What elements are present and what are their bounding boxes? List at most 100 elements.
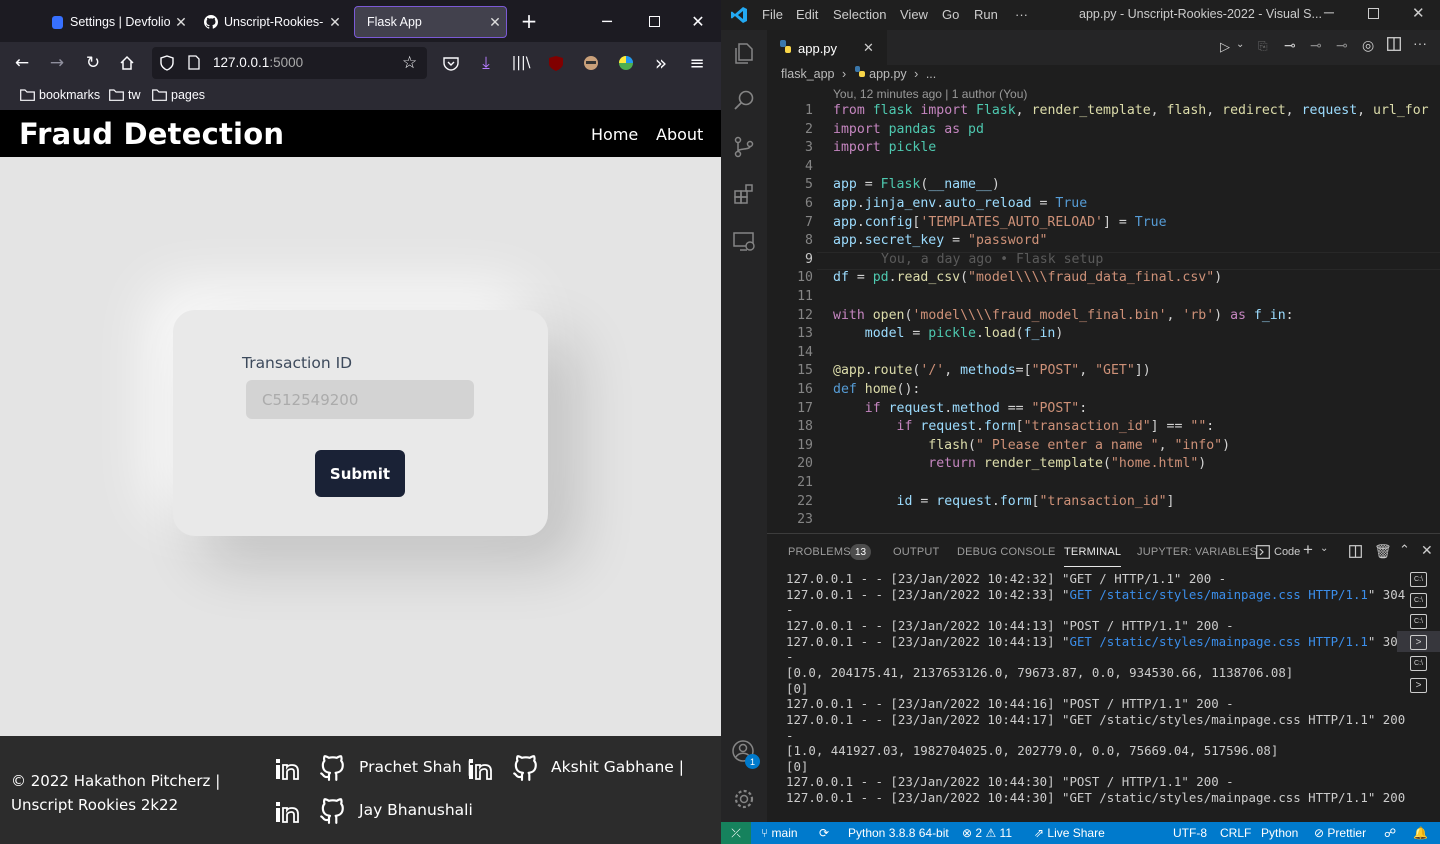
terminal-name[interactable]: Code [1274,546,1300,558]
split-terminal-icon[interactable] [1349,545,1362,561]
submit-button[interactable]: Submit [315,450,405,497]
split-editor-icon[interactable] [1387,37,1401,56]
cmd-terminal-icon[interactable]: C:\ [1410,614,1427,629]
chevron-down-icon[interactable]: ⌄ [1236,39,1244,50]
problems-status[interactable]: ⊗ 2 ⚠ 11 [962,826,1012,840]
menu-more[interactable]: ··· [1015,7,1028,22]
tab-app-py[interactable]: app.py ✕ [767,30,887,65]
accounts-icon[interactable]: 1 [729,737,760,769]
pocket-icon[interactable] [437,50,465,76]
new-tab-button[interactable]: + [514,8,544,34]
extension-color-icon[interactable] [612,50,640,76]
terminal-output[interactable]: 127.0.0.1 - - [23/Jan/2022 10:42:32] "GE… [767,568,1405,822]
manage-gear-icon[interactable] [729,784,759,814]
maximize-panel-icon[interactable]: ⌃ [1399,542,1410,558]
menu-view[interactable]: View [900,7,928,22]
downloads-icon[interactable]: ⤓ [472,50,500,76]
shield-icon[interactable] [160,55,174,75]
tab-debug-console[interactable]: DEBUG CONSOLE [957,546,1056,558]
cmd-terminal-icon[interactable]: C:\ [1410,593,1427,608]
live-share[interactable]: ⇗ Live Share [1034,826,1105,840]
bookmark-folder[interactable]: tw [109,88,141,102]
menu-selection[interactable]: Selection [833,7,886,22]
cmd-terminal-icon[interactable]: C:\ [1410,656,1427,671]
language-mode[interactable]: Python [1261,826,1298,840]
close-panel-icon[interactable]: ✕ [1421,542,1433,559]
git-commit-icon[interactable]: ⊸ [1284,37,1296,54]
maximize-icon[interactable] [1368,7,1379,22]
close-icon[interactable]: ✕ [863,40,874,56]
prettier[interactable]: ⊘ Prettier [1314,826,1366,840]
tab-github[interactable]: Unscript-Rookies-2022 ✕ [192,6,346,38]
sync-icon[interactable]: ⟳ [819,826,829,840]
overflow-icon[interactable]: » [647,50,675,76]
tab-problems[interactable]: PROBLEMS [788,546,851,558]
github-icon[interactable] [319,753,345,781]
more-actions-icon[interactable]: ··· [1413,35,1427,51]
transaction-id-input[interactable] [246,380,474,419]
remote-explorer-icon[interactable] [729,226,759,256]
bookmark-star-icon[interactable]: ☆ [402,53,417,73]
back-icon[interactable]: ← [8,50,36,76]
menu-edit[interactable]: Edit [796,7,818,22]
linkedin-icon[interactable] [275,758,299,780]
github-icon[interactable] [512,753,538,781]
notifications-bell-icon[interactable]: 🔔 [1413,826,1428,840]
new-terminal-icon[interactable]: + [1303,540,1313,560]
close-icon[interactable]: ✕ [170,14,192,31]
forward-icon[interactable]: → [43,50,71,76]
menu-go[interactable]: Go [942,7,959,22]
debug-icon[interactable]: ⎘ [1258,39,1268,54]
breadcrumb-folder[interactable]: flask_app [781,67,835,81]
git-prev-icon[interactable]: ⊸ [1310,37,1322,54]
minimize-icon[interactable]: ─ [1324,4,1334,20]
terminal-icon[interactable]: > [1410,678,1427,693]
terminal-icon[interactable]: > [1410,635,1427,650]
explorer-icon[interactable] [729,38,759,68]
remote-indicator-icon[interactable]: ⤫ [721,822,751,844]
close-icon[interactable]: ✕ [484,14,506,31]
python-interpreter[interactable]: Python 3.8.8 64-bit [848,826,949,840]
tab-terminal[interactable]: TERMINAL [1064,546,1122,567]
tab-devfolio[interactable]: Settings | Devfolio ✕ [38,6,192,38]
reload-icon[interactable]: ↻ [79,50,107,76]
tab-jupyter-variables[interactable]: JUPYTER: VARIABLES [1137,546,1257,558]
search-icon[interactable] [729,85,759,115]
trash-icon[interactable]: 🗑 [1374,543,1392,560]
nav-about-link[interactable]: About [656,125,703,144]
maximize-icon[interactable] [639,8,669,34]
extensions-icon[interactable] [729,179,759,209]
git-branch[interactable]: ⑂ main [761,826,798,840]
git-blame-codelens[interactable]: You, 12 minutes ago | 1 author (You) [833,87,1027,101]
home-icon[interactable] [113,50,141,76]
line-ending[interactable]: CRLF [1220,826,1251,840]
extension-avatar-icon[interactable] [577,50,605,76]
cmd-terminal-icon[interactable]: C:\ [1410,572,1427,587]
ublock-icon[interactable] [542,50,570,76]
github-icon[interactable] [319,796,345,824]
chevron-down-icon[interactable]: ⌄ [1320,543,1328,554]
run-icon[interactable]: ▷ [1220,39,1230,55]
git-next-icon[interactable]: ⊸ [1336,37,1348,54]
encoding[interactable]: UTF-8 [1173,826,1207,840]
toggle-blame-icon[interactable]: ◎ [1362,37,1374,54]
close-icon[interactable]: ✕ [324,14,346,31]
feedback-icon[interactable]: ☍ [1384,826,1396,840]
source-control-icon[interactable] [729,132,759,162]
tab-output[interactable]: OUTPUT [893,546,939,558]
linkedin-icon[interactable] [468,758,492,780]
window-close-icon[interactable]: ✕ [1412,4,1425,22]
bookmark-folder[interactable]: bookmarks [20,88,100,102]
breadcrumb-symbol[interactable]: ... [926,67,936,81]
menu-file[interactable]: File [762,7,783,22]
url-bar[interactable]: 127.0.0.1:5000 ☆ [152,47,427,79]
menu-run[interactable]: Run [974,7,998,22]
nav-home-link[interactable]: Home [591,125,638,144]
hamburger-menu-icon[interactable]: ≡ [683,50,711,76]
minimize-icon[interactable]: ─ [592,8,622,34]
bookmark-folder[interactable]: pages [152,88,205,102]
breadcrumb-file[interactable]: app.py [869,67,907,81]
window-close-icon[interactable]: ✕ [683,8,713,34]
library-icon[interactable]: |||\ [507,50,535,76]
tab-flask-app[interactable]: Flask App ✕ [354,6,507,38]
